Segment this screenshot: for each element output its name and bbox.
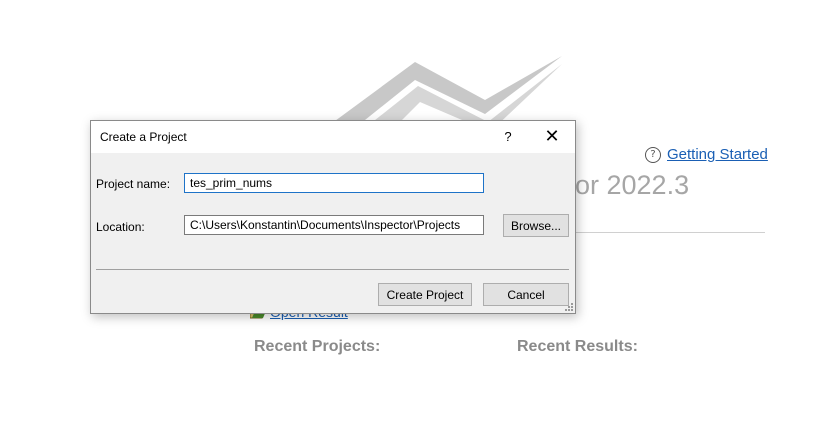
close-icon[interactable]: ✕ bbox=[539, 125, 565, 149]
title-divider bbox=[575, 232, 765, 233]
dialog-title: Create a Project bbox=[100, 130, 187, 144]
create-project-button[interactable]: Create Project bbox=[378, 283, 472, 306]
getting-started-link-group[interactable]: ? Getting Started bbox=[645, 146, 768, 163]
location-label: Location: bbox=[96, 220, 145, 234]
recent-results-heading: Recent Results: bbox=[517, 338, 638, 355]
resize-grip-icon[interactable] bbox=[564, 302, 574, 312]
help-circle-icon: ? bbox=[645, 146, 661, 163]
project-name-label: Project name: bbox=[96, 177, 171, 191]
help-button[interactable]: ? bbox=[497, 127, 519, 147]
browse-button[interactable]: Browse... bbox=[503, 214, 569, 237]
project-name-input[interactable] bbox=[184, 173, 484, 193]
dialog-separator bbox=[96, 269, 569, 270]
app-title: or 2022.3 bbox=[575, 170, 690, 200]
getting-started-link[interactable]: Getting Started bbox=[667, 146, 768, 163]
create-project-dialog: Create a Project ? ✕ Project name: Locat… bbox=[90, 120, 576, 314]
location-input[interactable] bbox=[184, 215, 484, 235]
dialog-titlebar[interactable]: Create a Project ? ✕ bbox=[91, 121, 575, 153]
recent-projects-heading: Recent Projects: bbox=[254, 338, 381, 355]
cancel-button[interactable]: Cancel bbox=[483, 283, 569, 306]
